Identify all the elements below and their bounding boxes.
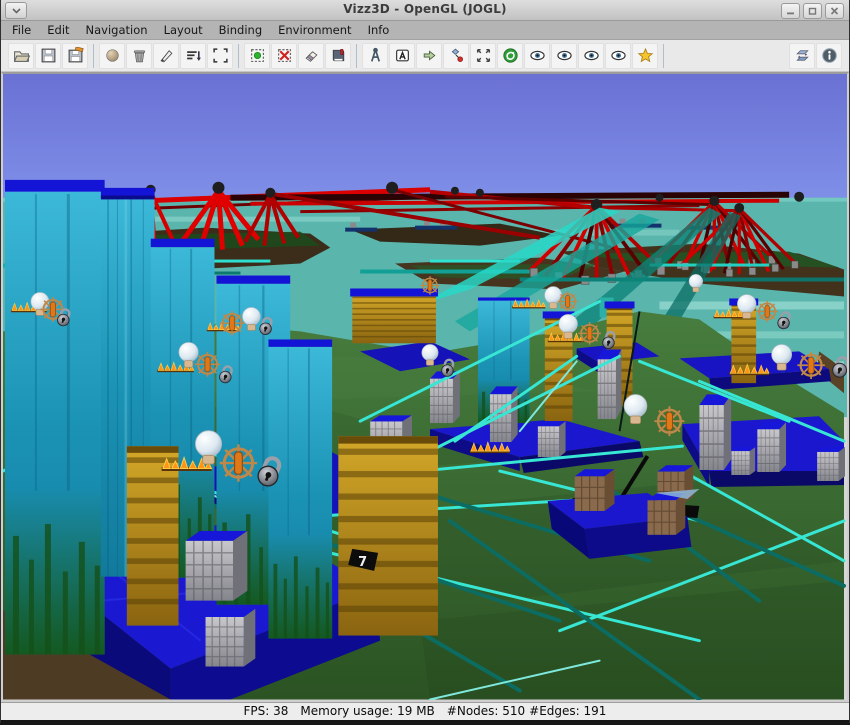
window-controls (781, 3, 844, 19)
eraser-button[interactable] (298, 43, 324, 69)
status-fps: FPS: 38 (244, 704, 289, 718)
swap-buffers-icon (794, 47, 811, 64)
open-file-button[interactable] (8, 43, 34, 69)
sort-layers-button[interactable] (180, 43, 206, 69)
paint-edit-icon (158, 47, 175, 64)
paint-edit-button[interactable] (153, 43, 179, 69)
menu-edit[interactable]: Edit (39, 22, 77, 38)
toggle-view-3-button[interactable] (578, 43, 604, 69)
sky (3, 74, 847, 206)
status-edges: #Edges: 191 (529, 704, 606, 718)
menu-info[interactable]: Info (360, 22, 398, 38)
status-memory: Memory usage: 19 MB (300, 704, 434, 718)
about-info-icon (821, 47, 838, 64)
toggle-view-4-button[interactable] (605, 43, 631, 69)
select-region-button[interactable] (470, 43, 496, 69)
close-icon (830, 7, 839, 15)
toggle-view-2-icon (556, 47, 573, 64)
go-forward-button[interactable] (416, 43, 442, 69)
menu-binding[interactable]: Binding (211, 22, 270, 38)
minimize-button[interactable] (781, 3, 800, 19)
toolbar-group-1 (5, 43, 91, 69)
toggle-view-1-icon (529, 47, 546, 64)
opengl-viewport[interactable]: 7 (1, 72, 849, 702)
select-remove-node-icon (276, 47, 293, 64)
window-bottom-edge (1, 720, 849, 725)
swap-buffers-button[interactable] (789, 43, 815, 69)
toolbar-separator (663, 44, 664, 68)
toolbar-separator (356, 44, 357, 68)
open-file-icon (13, 47, 30, 64)
toolbar-group-3 (241, 43, 354, 69)
menu-navigation[interactable]: Navigation (78, 22, 156, 38)
measure-compass-icon (367, 47, 384, 64)
status-bar: FPS: 38 Memory usage: 19 MB #Nodes: 510 … (1, 702, 849, 720)
select-remove-node-button[interactable] (271, 43, 297, 69)
vizz3d-window: Vizz3D - OpenGL (JOGL) FileEditNavigatio… (0, 0, 850, 723)
toggle-view-3-icon (583, 47, 600, 64)
favorites-icon (637, 47, 654, 64)
close-button[interactable] (825, 3, 844, 19)
sort-layers-icon (185, 47, 202, 64)
show-labels-button[interactable] (389, 43, 415, 69)
bind-metric-button[interactable] (443, 43, 469, 69)
title-bar: Vizz3D - OpenGL (JOGL) (1, 0, 849, 21)
menu-layout[interactable]: Layout (156, 22, 211, 38)
select-add-node-icon (249, 47, 266, 64)
toolbar (1, 40, 849, 72)
fit-to-screen-icon (212, 47, 229, 64)
toggle-view-4-icon (610, 47, 627, 64)
select-add-node-button[interactable] (244, 43, 270, 69)
toolbar-separator (93, 44, 94, 68)
menu-bar: FileEditNavigationLayoutBindingEnvironme… (1, 21, 849, 40)
favorites-button[interactable] (632, 43, 658, 69)
toolbar-group-2 (96, 43, 236, 69)
reset-view-icon (502, 47, 519, 64)
menu-environment[interactable]: Environment (270, 22, 359, 38)
toolbar-group-right (786, 43, 845, 69)
minimize-icon (786, 7, 795, 15)
toggle-view-2-button[interactable] (551, 43, 577, 69)
save-file-as-button[interactable] (62, 43, 88, 69)
svg-text:7: 7 (358, 555, 367, 570)
toggle-view-1-button[interactable] (524, 43, 550, 69)
bindings-book-button[interactable] (325, 43, 351, 69)
toolbar-separator (238, 44, 239, 68)
window-title: Vizz3D - OpenGL (JOGL) (1, 2, 849, 16)
maximize-button[interactable] (803, 3, 822, 19)
delete-trash-button[interactable] (126, 43, 152, 69)
status-nodes: #Nodes: 510 (447, 704, 525, 718)
save-file-button[interactable] (35, 43, 61, 69)
bind-metric-icon (448, 47, 465, 64)
scene-3d-view[interactable]: 7 (3, 74, 847, 700)
save-file-icon (40, 47, 57, 64)
fit-to-screen-button[interactable] (207, 43, 233, 69)
about-info-button[interactable] (816, 43, 842, 69)
show-labels-icon (394, 47, 411, 64)
go-forward-icon (421, 47, 438, 64)
eraser-icon (303, 47, 320, 64)
delete-trash-icon (131, 47, 148, 64)
menu-file[interactable]: File (4, 22, 39, 38)
maximize-icon (808, 7, 817, 15)
sphere-node-icon (104, 47, 121, 64)
save-file-as-icon (67, 47, 84, 64)
toolbar-group-4 (359, 43, 661, 69)
sphere-node-button[interactable] (99, 43, 125, 69)
reset-view-button[interactable] (497, 43, 523, 69)
bindings-book-icon (330, 47, 347, 64)
measure-compass-button[interactable] (362, 43, 388, 69)
select-region-icon (475, 47, 492, 64)
